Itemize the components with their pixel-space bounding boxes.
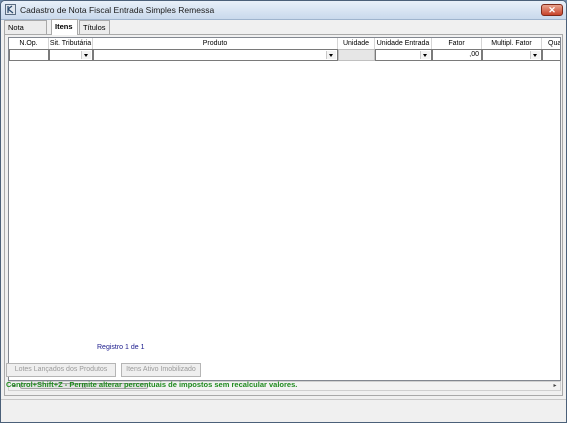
chevron-down-icon[interactable] xyxy=(81,51,91,59)
col-sit-tributaria[interactable]: Sit. Tributária xyxy=(49,38,93,49)
shortcut-hint: Control+Shift+Z - Permite alterar percen… xyxy=(6,380,298,389)
scroll-right-icon[interactable]: ▸ xyxy=(550,382,560,390)
multipl-fator-select[interactable] xyxy=(482,49,542,61)
col-multipl-fator[interactable]: Multipl. Fator xyxy=(482,38,542,49)
chevron-down-icon[interactable] xyxy=(530,51,540,59)
col-fator[interactable]: Fator xyxy=(432,38,482,49)
record-counter: Registro 1 de 1 xyxy=(97,344,145,351)
table-row: ,00 xyxy=(9,49,560,61)
col-unidade-entrada[interactable]: Unidade Entrada xyxy=(375,38,432,49)
app-icon xyxy=(5,4,16,15)
col-quantidade[interactable]: Qua xyxy=(542,38,560,49)
chevron-down-icon[interactable] xyxy=(326,51,336,59)
lotes-lancados-button[interactable]: Lotes Lançados dos Produtos xyxy=(6,363,116,377)
window-title: Cadastro de Nota Fiscal Entrada Simples … xyxy=(20,5,215,15)
nop-input[interactable] xyxy=(9,49,49,61)
tab-itens[interactable]: Itens xyxy=(51,19,78,35)
col-unidade[interactable]: Unidade xyxy=(338,38,375,49)
unidade-entrada-select[interactable] xyxy=(375,49,432,61)
title-bar: Cadastro de Nota Fiscal Entrada Simples … xyxy=(1,1,566,20)
status-bar xyxy=(1,399,566,422)
itens-ativo-imobilizado-button[interactable]: Itens Ativo Imobilizado xyxy=(121,363,201,377)
tab-nota-fiscal[interactable]: Nota Fiscal xyxy=(4,20,47,46)
quantidade-input[interactable] xyxy=(542,49,560,61)
close-button[interactable]: ✕ xyxy=(541,4,563,16)
col-produto[interactable]: Produto xyxy=(93,38,338,49)
sit-tributaria-select[interactable] xyxy=(49,49,93,61)
close-icon: ✕ xyxy=(548,5,556,15)
produto-select[interactable] xyxy=(93,49,338,61)
tab-titulos[interactable]: Títulos xyxy=(79,20,110,34)
itens-panel: N.Op. Sit. Tributária Produto Unidade Un… xyxy=(4,34,563,396)
fator-value: ,00 xyxy=(469,51,479,58)
fator-input[interactable]: ,00 xyxy=(432,49,482,61)
unidade-field xyxy=(338,49,375,61)
main-window: Cadastro de Nota Fiscal Entrada Simples … xyxy=(0,0,567,423)
items-grid[interactable]: N.Op. Sit. Tributária Produto Unidade Un… xyxy=(8,37,561,381)
col-nop[interactable]: N.Op. xyxy=(9,38,49,49)
chevron-down-icon[interactable] xyxy=(420,51,430,59)
